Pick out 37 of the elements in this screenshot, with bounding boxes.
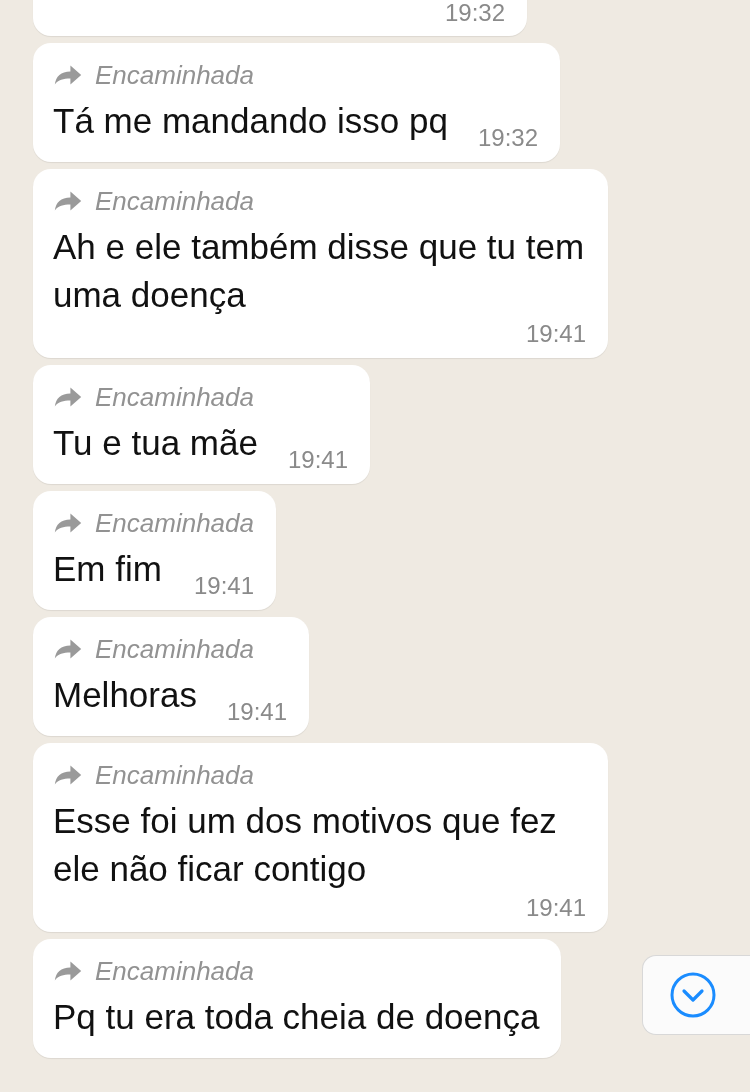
forwarded-label: Encaminhada [95, 633, 254, 665]
forwarded-label: Encaminhada [95, 185, 254, 217]
forward-arrow-icon [53, 763, 83, 787]
message-time: 19:32 [476, 123, 538, 153]
message-bubble[interactable]: Encaminhada Tu e tua mãe 19:41 [33, 365, 370, 484]
forward-arrow-icon [53, 959, 83, 983]
forward-arrow-icon [53, 385, 83, 409]
message-text: Melhoras [53, 674, 197, 716]
message-text: Ah e ele também disse que tu tem uma doença [53, 226, 586, 316]
message-time: 19:41 [524, 893, 586, 923]
message-time: 19:41 [192, 571, 254, 601]
message-bubble[interactable]: Encaminhada Pq tu era toda cheia de doença [33, 939, 562, 1058]
forward-arrow-icon [53, 189, 83, 213]
forwarded-label: Encaminhada [95, 381, 254, 413]
forwarded-label: Encaminhada [95, 759, 254, 791]
message-text: Pq tu era toda cheia de doença [53, 996, 540, 1038]
message-bubble[interactable]: Encaminhada Tá me mandando isso pq 19:32 [33, 43, 560, 162]
scroll-down-button[interactable] [642, 955, 750, 1035]
message-time: 19:41 [225, 697, 287, 727]
forwarded-label: Encaminhada [95, 507, 254, 539]
message-bubble[interactable]: Encaminhada Esse foi um dos motivos que fez ele não ficar contigo 19:41 [33, 743, 608, 932]
chevron-down-icon [668, 971, 717, 1019]
forward-arrow-icon [53, 511, 83, 535]
message-bubble[interactable]: Encaminhada Melhoras 19:41 [33, 617, 309, 736]
message-text: Tu e tua mãe [53, 422, 258, 464]
message-text: Esse foi um dos motivos que fez ele não ficar contigo [53, 800, 558, 890]
message-bubble[interactable]: Encaminhada Em fim 19:41 [33, 491, 276, 610]
message-bubble[interactable]: Encaminhada Ah e ele também disse que tu tem uma doença 19:41 [33, 169, 608, 358]
forwarded-label: Encaminhada [95, 955, 254, 987]
forward-arrow-icon [53, 637, 83, 661]
forwarded-label: Encaminhada [95, 59, 254, 91]
message-text: Tá me mandando isso pq [53, 100, 448, 142]
message-time: 19:32 [443, 0, 505, 28]
message-text: Em fim [53, 548, 162, 590]
message-time: 19:41 [524, 319, 586, 349]
message-time: 19:41 [286, 445, 348, 475]
forward-arrow-icon [53, 63, 83, 87]
